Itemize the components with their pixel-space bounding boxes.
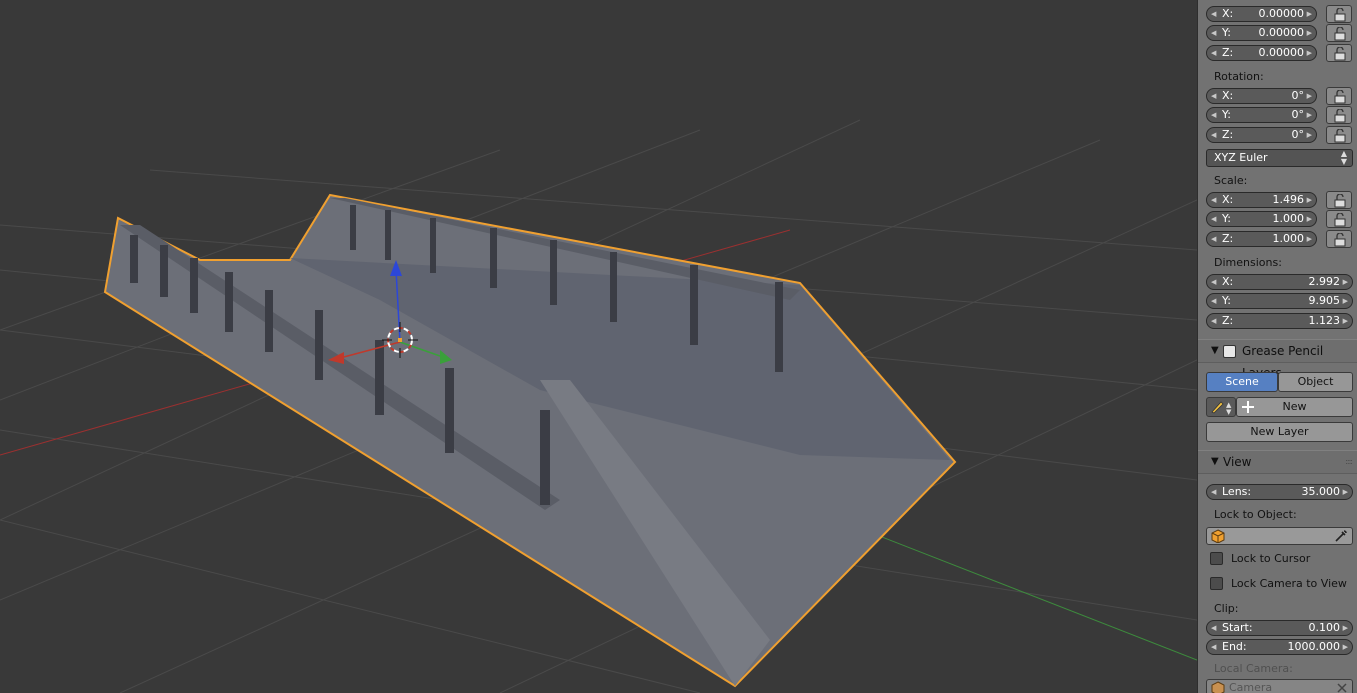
camera-cube-icon [1211,681,1225,693]
lock-to-cursor-checkbox[interactable] [1210,552,1223,565]
clip-end-field[interactable]: ◀ End: 1000.000 ▶ [1206,639,1353,655]
rotation-label: Rotation: [1214,70,1264,83]
collapse-triangle-icon: ▼ [1211,456,1219,467]
lock-rotation-x-button[interactable] [1326,87,1352,105]
lock-location-x-button[interactable] [1326,5,1352,23]
view-header[interactable]: ▼ View :::: [1198,450,1357,474]
svg-text:▼: ▼ [1226,408,1232,415]
rotation-mode-select[interactable]: XYZ Euler ▲ ▼ [1206,149,1353,167]
lock-icon [1334,213,1346,227]
rotation-z-field[interactable]: ◀ Z: 0° ▶ [1206,127,1317,143]
lock-icon [1334,27,1346,41]
location-x-field[interactable]: ◀ X: 0.00000 ▶ [1206,6,1317,22]
grease-pencil-header[interactable]: ▼ Grease Pencil Layers [1198,339,1357,380]
scale-label: Scale: [1214,174,1248,187]
lock-scale-y-button[interactable] [1326,210,1352,228]
rotation-y-field[interactable]: ◀ Y: 0° ▶ [1206,107,1317,123]
close-icon[interactable] [1336,682,1348,693]
lock-to-object-label: Lock to Object: [1214,508,1297,521]
tab-scene[interactable]: Scene [1206,372,1278,392]
local-camera-field[interactable]: Camera [1206,679,1353,693]
lock-icon [1334,47,1346,61]
location-y-field[interactable]: ◀ Y: 0.00000 ▶ [1206,25,1317,41]
scale-x-field[interactable]: ◀ X: 1.496 ▶ [1206,192,1317,208]
grease-pencil-checkbox-icon[interactable] [1223,345,1236,358]
lock-location-y-button[interactable] [1326,24,1352,42]
lock-location-z-button[interactable] [1326,44,1352,62]
lock-camera-to-view-label: Lock Camera to View [1231,577,1347,590]
lock-icon [1334,194,1346,208]
lock-rotation-z-button[interactable] [1326,126,1352,144]
new-layer-button[interactable]: New Layer [1206,422,1353,442]
lock-object-field[interactable] [1206,527,1353,545]
lock-icon [1334,90,1346,104]
rotation-x-field[interactable]: ◀ X: 0° ▶ [1206,88,1317,104]
lock-camera-to-view-checkbox[interactable] [1210,577,1223,590]
collapse-triangle-icon: ▼ [1211,345,1219,356]
tab-object[interactable]: Object [1278,372,1353,392]
dimensions-z-field[interactable]: ◀ Z: 1.123 ▶ [1206,313,1353,329]
lock-icon [1334,233,1346,247]
dimensions-y-field[interactable]: ◀ Y: 9.905 ▶ [1206,293,1353,309]
scale-y-field[interactable]: ◀ Y: 1.000 ▶ [1206,211,1317,227]
plus-icon [1242,401,1254,413]
scene-render[interactable] [0,0,1197,693]
lock-to-cursor-label: Lock to Cursor [1231,552,1311,565]
lock-rotation-y-button[interactable] [1326,106,1352,124]
lock-scale-z-button[interactable] [1326,230,1352,248]
dimensions-label: Dimensions: [1214,256,1282,269]
lens-field[interactable]: ◀ Lens: 35.000 ▶ [1206,484,1353,500]
pencil-select-button[interactable]: ▲ ▼ [1206,397,1236,417]
3d-viewport[interactable] [0,0,1197,693]
pencil-icon: ▲▼ [1211,401,1232,415]
lock-icon [1334,8,1346,22]
scale-z-field[interactable]: ◀ Z: 1.000 ▶ [1206,231,1317,247]
lock-icon [1334,129,1346,143]
view-title: View [1223,455,1252,469]
object-cube-icon [1211,529,1225,543]
clip-label: Clip: [1214,602,1239,615]
lock-icon [1334,109,1346,123]
lock-scale-x-button[interactable] [1326,191,1352,209]
new-grease-pencil-button[interactable]: New [1236,397,1353,417]
dimensions-x-field[interactable]: ◀ X: 2.992 ▶ [1206,274,1353,290]
local-camera-label: Local Camera: [1214,662,1293,675]
clip-start-field[interactable]: ◀ Start: 0.100 ▶ [1206,620,1353,636]
location-z-field[interactable]: ◀ Z: 0.00000 ▶ [1206,45,1317,61]
local-camera-value: Camera [1229,681,1273,693]
eyedropper-icon[interactable] [1334,529,1348,543]
drag-grip-icon[interactable]: :::: [1345,451,1353,473]
properties-panel: ◀ X: 0.00000 ▶ ◀ Y: 0.00000 ▶ ◀ Z: 0.00000 ▶ Rota… [1197,0,1357,693]
